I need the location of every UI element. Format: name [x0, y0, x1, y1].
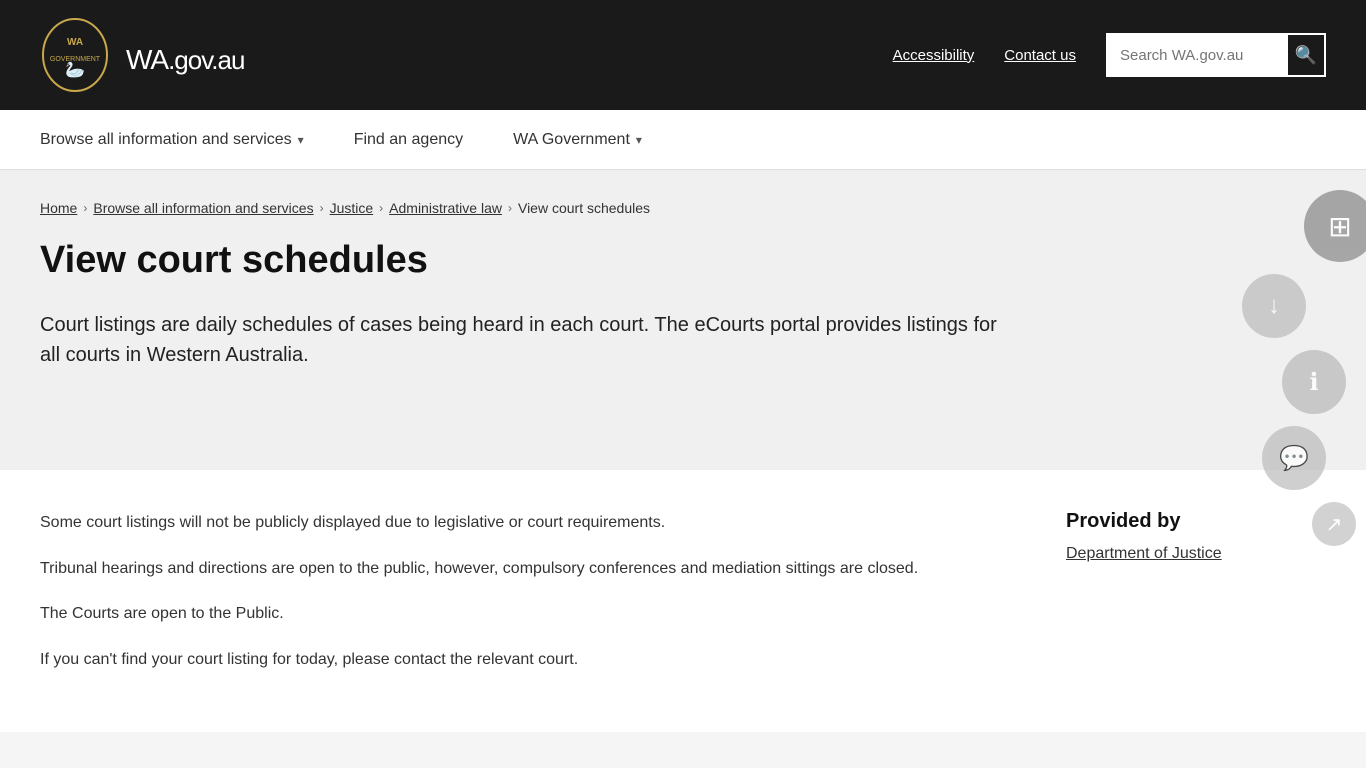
breadcrumb-justice[interactable]: Justice [330, 200, 374, 216]
breadcrumb: Home › Browse all information and servic… [40, 200, 1326, 216]
nav-browse[interactable]: Browse all information and services ▾ [40, 113, 304, 167]
accessibility-link[interactable]: Accessibility [893, 47, 975, 64]
search-input[interactable] [1108, 35, 1288, 75]
wa-crest-icon: WA GOVERNMENT 🦢 [40, 15, 110, 95]
share-icon: ↗ [1326, 512, 1343, 537]
paragraph-2: Tribunal hearings and directions are ope… [40, 556, 1006, 582]
page-title: View court schedules [40, 240, 1326, 282]
nav-wa-government[interactable]: WA Government ▾ [513, 113, 642, 167]
chevron-down-icon-2: ▾ [636, 133, 642, 147]
info-icon: ℹ [1309, 368, 1318, 397]
chevron-down-icon: ▾ [298, 133, 304, 147]
breadcrumb-current: View court schedules [518, 200, 650, 216]
fab-row-5: ↗ [1312, 502, 1356, 546]
header-nav: Accessibility Contact us 🔍 [893, 33, 1326, 77]
share-fab[interactable]: ↗ [1312, 502, 1356, 546]
chat-fab[interactable]: 💬 [1262, 426, 1326, 490]
download-fab[interactable]: ↓ [1242, 274, 1306, 338]
breadcrumb-sep-3: › [379, 201, 383, 215]
breadcrumb-admin-law[interactable]: Administrative law [389, 200, 502, 216]
chat-icon: 💬 [1279, 444, 1309, 473]
paragraph-1: Some court listings will not be publicly… [40, 510, 1006, 536]
svg-text:WA: WA [67, 37, 83, 48]
logo-link[interactable]: WA GOVERNMENT 🦢 WA.gov.au [40, 15, 244, 95]
main-nav: Browse all information and services ▾ Fi… [0, 110, 1366, 170]
svg-text:🦢: 🦢 [65, 61, 85, 79]
page-description: Court listings are daily schedules of ca… [40, 310, 1020, 370]
search-button[interactable]: 🔍 [1288, 35, 1324, 75]
fab-container: ⊞ ↓ ℹ 💬 ↗ [1242, 190, 1366, 546]
site-header: WA GOVERNMENT 🦢 WA.gov.au Accessibility … [0, 0, 1366, 110]
fab-row-2: ↓ [1242, 274, 1306, 338]
layers-icon: ⊞ [1328, 210, 1351, 243]
main-text: Some court listings will not be publicly… [40, 510, 1006, 692]
content-area: ⊞ ↓ ℹ 💬 ↗ Home › Browse all informati [0, 170, 1366, 470]
nav-find-agency[interactable]: Find an agency [354, 113, 463, 167]
fab-row-4: 💬 [1262, 426, 1326, 490]
breadcrumb-sep-1: › [83, 201, 87, 215]
dept-of-justice-link[interactable]: Department of Justice [1066, 545, 1222, 562]
paragraph-3: The Courts are open to the Public. [40, 601, 1006, 627]
info-fab[interactable]: ℹ [1282, 350, 1346, 414]
logo-text: WA.gov.au [126, 31, 244, 79]
download-icon: ↓ [1268, 292, 1280, 320]
breadcrumb-sep-4: › [508, 201, 512, 215]
main-content: Some court listings will not be publicly… [0, 470, 1366, 732]
layers-fab[interactable]: ⊞ [1304, 190, 1366, 262]
search-box: 🔍 [1106, 33, 1326, 77]
paragraph-4: If you can't find your court listing for… [40, 647, 1006, 673]
fab-row-3: ℹ [1282, 350, 1346, 414]
breadcrumb-browse[interactable]: Browse all information and services [93, 200, 313, 216]
search-icon: 🔍 [1295, 45, 1317, 66]
contact-link[interactable]: Contact us [1004, 47, 1076, 64]
breadcrumb-home[interactable]: Home [40, 200, 77, 216]
fab-row-1: ⊞ [1304, 190, 1366, 262]
breadcrumb-sep-2: › [320, 201, 324, 215]
